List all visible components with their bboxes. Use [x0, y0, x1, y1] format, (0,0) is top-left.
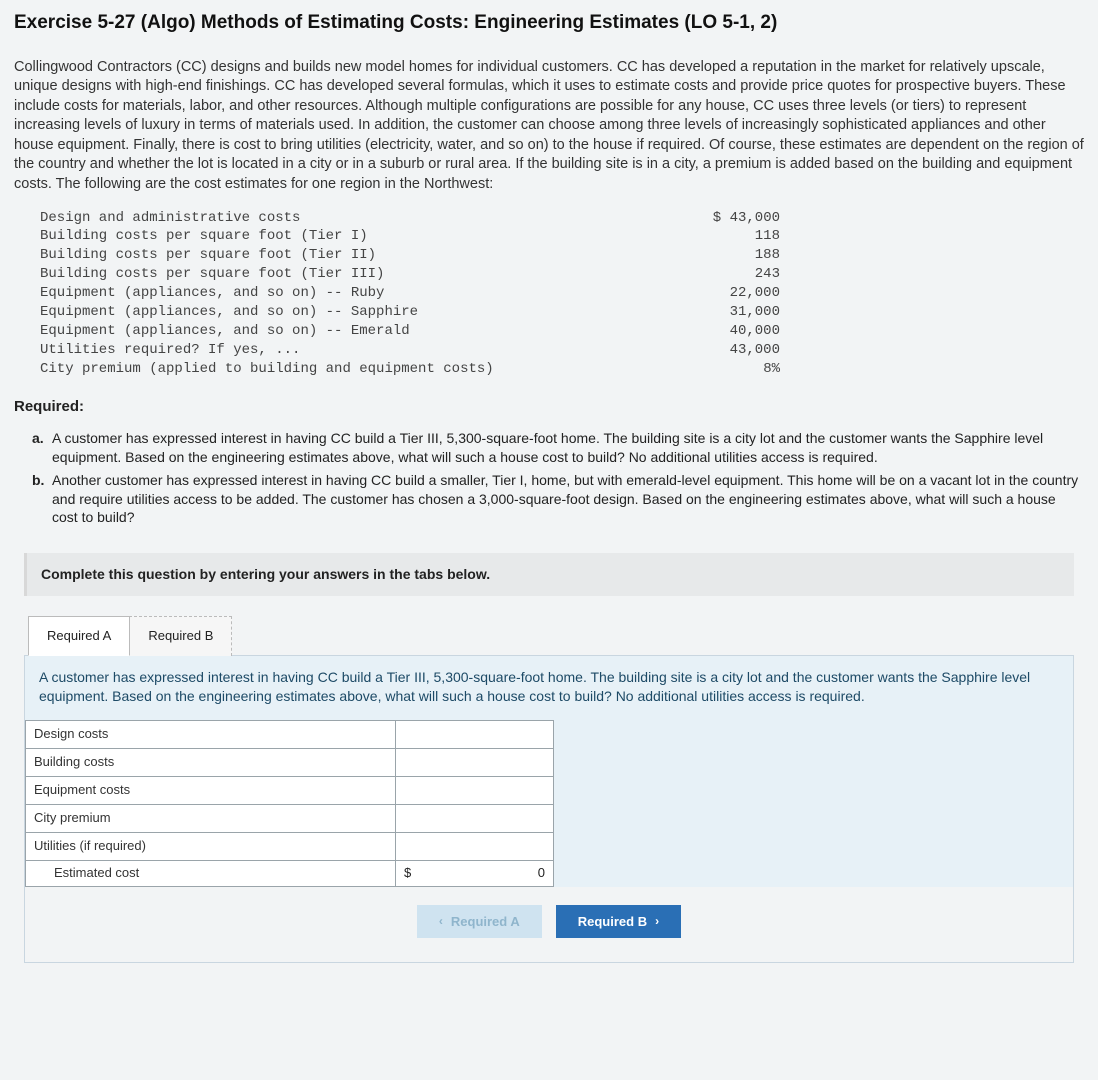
- row-label-equipment: Equipment costs: [26, 776, 396, 804]
- input-building-costs[interactable]: [404, 752, 545, 773]
- cost-value: 188: [680, 246, 780, 265]
- cost-label: Equipment (appliances, and so on) -- Sap…: [40, 303, 680, 322]
- cost-label: Equipment (appliances, and so on) -- Eme…: [40, 322, 680, 341]
- cost-value: 243: [680, 265, 780, 284]
- req-text-b: Another customer has expressed interest …: [52, 471, 1084, 528]
- requirements-list: a. A customer has expressed interest in …: [32, 429, 1084, 527]
- row-label-building: Building costs: [26, 748, 396, 776]
- prev-label: Required A: [451, 914, 520, 929]
- cost-value: 40,000: [680, 322, 780, 341]
- exercise-title: Exercise 5-27 (Algo) Methods of Estimati…: [14, 10, 1084, 36]
- answer-panel: A customer has expressed interest in hav…: [24, 655, 1074, 963]
- cost-estimates-block: Design and administrative costs$ 43,000 …: [40, 209, 1084, 379]
- total-currency: $: [404, 864, 411, 882]
- row-label-estimated-cost: Estimated cost: [26, 860, 396, 886]
- cost-value: 8%: [680, 360, 780, 379]
- row-label-design: Design costs: [26, 720, 396, 748]
- answer-tabs: Required A Required B: [28, 616, 1084, 656]
- chevron-left-icon: ‹: [439, 914, 443, 928]
- cost-label: Building costs per square foot (Tier II): [40, 246, 680, 265]
- input-city-premium[interactable]: [404, 808, 545, 829]
- next-required-button[interactable]: Required B ›: [556, 905, 681, 938]
- req-letter-a: a.: [32, 429, 52, 467]
- cost-label: Utilities required? If yes, ...: [40, 341, 680, 360]
- tab-required-b[interactable]: Required B: [129, 616, 232, 656]
- req-letter-b: b.: [32, 471, 52, 528]
- chevron-right-icon: ›: [655, 914, 659, 928]
- cost-label: Equipment (appliances, and so on) -- Rub…: [40, 284, 680, 303]
- input-design-costs[interactable]: [404, 724, 545, 745]
- req-text-a: A customer has expressed interest in hav…: [52, 429, 1084, 467]
- cost-label: Building costs per square foot (Tier III…: [40, 265, 680, 284]
- panel-nav: ‹ Required A Required B ›: [25, 887, 1073, 962]
- cost-value: 31,000: [680, 303, 780, 322]
- cost-label: Design and administrative costs: [40, 209, 680, 228]
- cost-label: Building costs per square foot (Tier I): [40, 227, 680, 246]
- tab-required-a[interactable]: Required A: [28, 616, 130, 656]
- required-heading: Required:: [14, 397, 1084, 417]
- panel-question-text: A customer has expressed interest in hav…: [39, 668, 1059, 706]
- input-utilities[interactable]: [404, 836, 545, 857]
- intro-paragraph: Collingwood Contractors (CC) designs and…: [14, 58, 1084, 195]
- cost-value: 43,000: [680, 341, 780, 360]
- cost-label: City premium (applied to building and eq…: [40, 360, 680, 379]
- cost-value: 22,000: [680, 284, 780, 303]
- total-value: 0: [538, 864, 545, 882]
- row-label-city-premium: City premium: [26, 804, 396, 832]
- instruction-bar: Complete this question by entering your …: [24, 553, 1074, 596]
- row-label-utilities: Utilities (if required): [26, 832, 396, 860]
- prev-required-button: ‹ Required A: [417, 905, 542, 938]
- input-equipment-costs[interactable]: [404, 780, 545, 801]
- answer-table: Design costs Building costs Equipment co…: [25, 720, 554, 887]
- next-label: Required B: [578, 914, 647, 929]
- cost-value: 118: [680, 227, 780, 246]
- cost-value: $ 43,000: [680, 209, 780, 228]
